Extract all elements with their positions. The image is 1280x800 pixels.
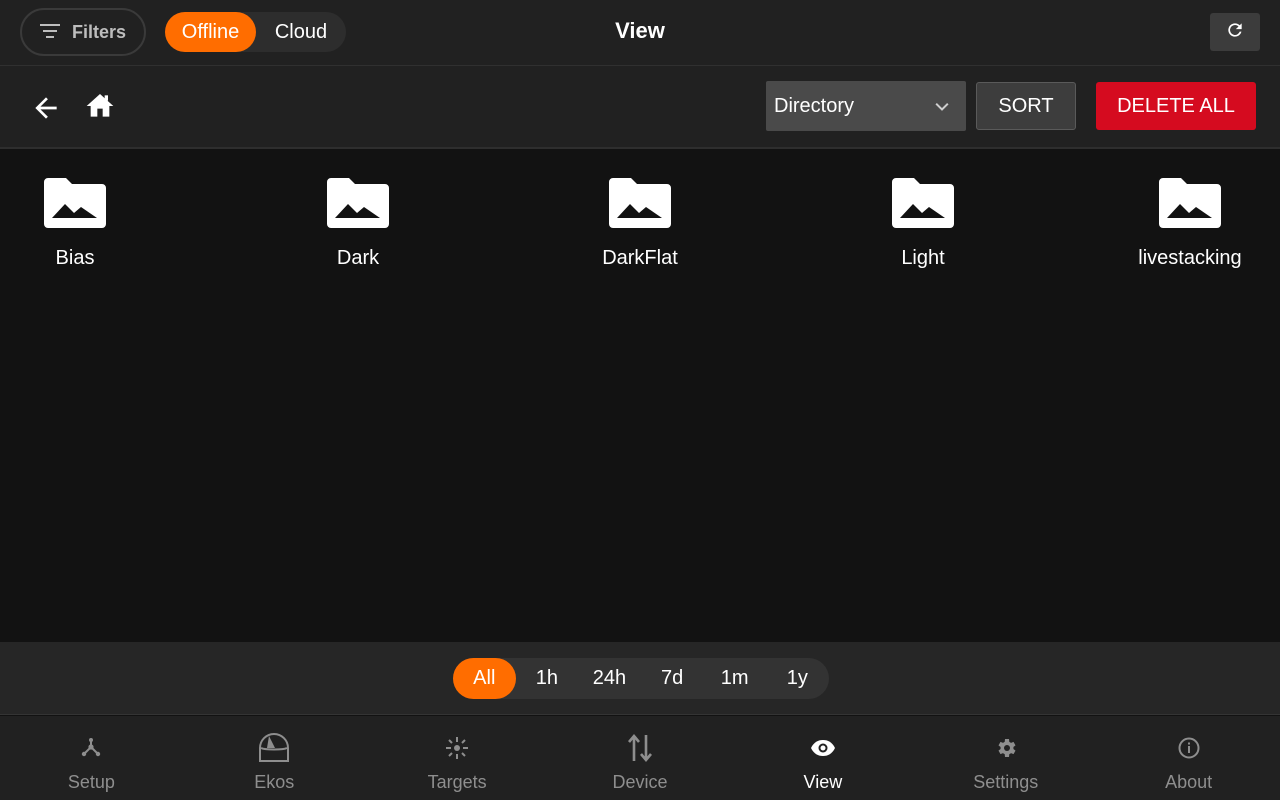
setup-icon — [79, 730, 103, 766]
folder-item[interactable]: Light — [843, 178, 1003, 270]
top-bar: Filters Offline Cloud View — [0, 0, 1280, 66]
folder-grid: Bias Dark DarkFlat Light livestacking — [0, 150, 1280, 641]
chevron-down-icon — [932, 97, 952, 123]
image-folder-icon — [609, 178, 671, 233]
image-folder-icon — [44, 178, 106, 233]
time-filter-24h[interactable]: 24h — [578, 658, 641, 699]
home-icon[interactable] — [84, 90, 116, 122]
nav-about[interactable]: About — [1097, 716, 1280, 800]
nav-label: Setup — [67, 772, 115, 792]
folder-item[interactable]: livestacking — [1105, 178, 1275, 270]
eye-icon — [810, 730, 836, 766]
back-arrow-icon[interactable] — [30, 92, 62, 124]
folder-item[interactable]: Dark — [278, 178, 438, 270]
nav-device[interactable]: Device — [549, 716, 732, 800]
nav-label: Device — [612, 772, 668, 792]
nav-setup[interactable]: Setup — [0, 716, 183, 800]
transfer-arrows-icon — [626, 730, 654, 766]
time-filter-1h[interactable]: 1h — [516, 658, 579, 699]
nav-targets[interactable]: Targets — [366, 716, 549, 800]
page-title: View — [615, 18, 665, 43]
bottom-navigation: Setup Ekos Targets Device View Settings — [0, 716, 1280, 800]
file-toolbar: Directory SORT DELETE ALL — [0, 66, 1280, 149]
time-range-toggle: All 1h 24h 7d 1m 1y — [453, 658, 829, 699]
nav-label: About — [1165, 772, 1213, 792]
time-filter-1m[interactable]: 1m — [703, 658, 766, 699]
nav-label: Targets — [427, 772, 487, 792]
folder-item[interactable]: Bias — [0, 178, 155, 270]
directory-select[interactable]: Directory — [766, 81, 966, 131]
image-folder-icon — [327, 178, 389, 233]
nav-label: View — [803, 772, 843, 792]
folder-name: livestacking — [1138, 247, 1242, 269]
refresh-button[interactable] — [1210, 13, 1260, 51]
folder-name: Bias — [55, 247, 95, 269]
info-icon — [1177, 730, 1201, 766]
folder-name: Dark — [336, 247, 380, 269]
time-filter-7d[interactable]: 7d — [641, 658, 704, 699]
nav-ekos[interactable]: Ekos — [183, 716, 366, 800]
delete-all-button[interactable]: DELETE ALL — [1096, 82, 1256, 130]
image-folder-icon — [892, 178, 954, 233]
folder-name: DarkFlat — [602, 247, 678, 269]
folder-name: Light — [901, 247, 945, 269]
directory-select-value: Directory — [774, 94, 855, 117]
nav-view[interactable]: View — [731, 716, 914, 800]
refresh-icon — [1225, 20, 1245, 45]
nav-label: Settings — [973, 772, 1039, 792]
nav-settings[interactable]: Settings — [914, 716, 1097, 800]
time-filter-1y[interactable]: 1y — [766, 658, 829, 699]
folder-item[interactable]: DarkFlat — [560, 178, 720, 270]
time-filter-bar: All 1h 24h 7d 1m 1y — [0, 642, 1280, 715]
nav-label: Ekos — [254, 772, 295, 792]
image-folder-icon — [1159, 178, 1221, 233]
star-target-icon — [444, 730, 470, 766]
observatory-dome-icon — [257, 730, 291, 766]
sort-button[interactable]: SORT — [976, 82, 1076, 130]
gear-icon — [994, 730, 1018, 766]
time-filter-all[interactable]: All — [453, 658, 516, 699]
